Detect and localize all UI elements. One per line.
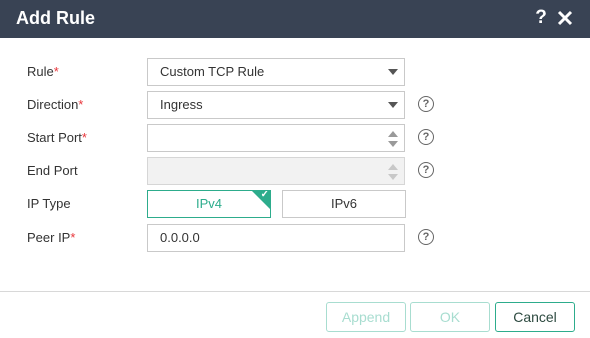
direction-help-icon[interactable]: ? xyxy=(418,96,434,112)
dialog-title: Add Rule xyxy=(16,8,95,28)
ipv6-toggle-label: IPv6 xyxy=(330,196,357,211)
check-icon: ✓ xyxy=(260,190,269,200)
rule-select[interactable]: Custom TCP Rule xyxy=(147,58,405,86)
ok-button[interactable]: OK xyxy=(410,302,490,332)
chevron-down-icon[interactable] xyxy=(388,69,398,75)
direction-row: Direction* Ingress ? xyxy=(0,90,590,120)
close-icon[interactable] xyxy=(557,7,577,29)
start-port-label-text: Start Port xyxy=(27,130,82,145)
required-marker: * xyxy=(70,230,76,245)
direction-label-text: Direction xyxy=(27,97,79,112)
spin-up-icon[interactable] xyxy=(388,131,398,137)
question-icon[interactable]: ? xyxy=(531,7,551,29)
direction-select[interactable]: Ingress xyxy=(147,91,405,119)
required-marker: * xyxy=(78,97,84,112)
peer-ip-label: Peer IP* xyxy=(27,223,75,253)
direction-select-value: Ingress xyxy=(160,97,203,112)
dialog-titlebar: Add Rule ? xyxy=(0,0,590,38)
start-port-label: Start Port* xyxy=(27,123,87,153)
chevron-down-icon[interactable] xyxy=(388,102,398,108)
ipv4-toggle-label: IPv4 xyxy=(195,196,222,211)
spin-up-icon xyxy=(388,164,398,170)
required-marker: * xyxy=(81,130,87,145)
start-port-help-icon[interactable]: ? xyxy=(418,129,434,145)
peer-ip-help-icon[interactable]: ? xyxy=(418,229,434,245)
peer-ip-value: 0.0.0.0 xyxy=(160,230,200,245)
ip-type-label: IP Type xyxy=(27,196,71,211)
rule-row: Rule* Custom TCP Rule xyxy=(0,57,590,87)
append-button[interactable]: Append xyxy=(326,302,406,332)
spin-down-icon xyxy=(388,174,398,180)
rule-label: Rule* xyxy=(27,57,59,87)
peer-ip-row: Peer IP* 0.0.0.0 ? xyxy=(0,223,590,253)
end-port-row: End Port ? xyxy=(0,156,590,186)
end-port-label: End Port xyxy=(27,163,78,178)
end-port-help-icon[interactable]: ? xyxy=(418,162,434,178)
required-marker: * xyxy=(53,64,59,79)
rule-label-text: Rule xyxy=(27,64,54,79)
end-port-input xyxy=(147,157,405,185)
peer-ip-label-text: Peer IP xyxy=(27,230,71,245)
peer-ip-input[interactable]: 0.0.0.0 xyxy=(147,224,405,252)
ip-type-row: IP Type IPv4 ✓ IPv6 xyxy=(0,189,590,219)
ipv6-toggle[interactable]: IPv6 xyxy=(282,190,406,218)
direction-label: Direction* xyxy=(27,90,83,120)
cancel-button[interactable]: Cancel xyxy=(495,302,575,332)
start-port-input[interactable] xyxy=(147,124,405,152)
spin-down-icon[interactable] xyxy=(388,141,398,147)
start-port-row: Start Port* ? xyxy=(0,123,590,153)
footer-divider xyxy=(0,291,590,292)
ipv4-toggle[interactable]: IPv4 ✓ xyxy=(147,190,271,218)
rule-select-value: Custom TCP Rule xyxy=(160,64,265,79)
